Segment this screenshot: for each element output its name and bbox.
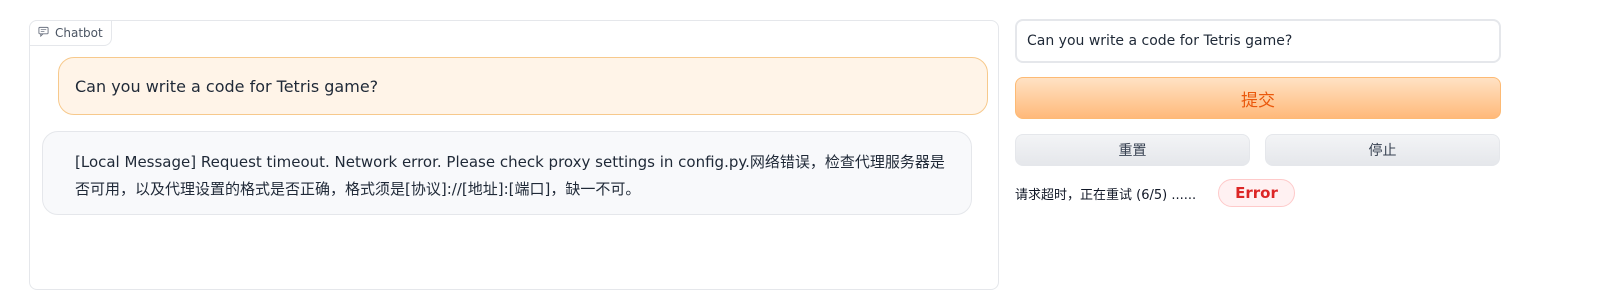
chatbot-label: Chatbot — [29, 20, 112, 46]
bot-message: [Local Message] Request timeout. Network… — [42, 131, 972, 215]
status-text: 请求超时，正在重试 (6/5) ...... — [1015, 187, 1197, 203]
reset-button[interactable]: 重置 — [1015, 134, 1250, 166]
status-row: 请求超时，正在重试 (6/5) ...... Error — [1015, 179, 1501, 207]
chatbot-panel: Chatbot Can you write a code for Tetris … — [29, 20, 999, 290]
action-button-row: 重置 停止 — [1015, 134, 1501, 166]
prompt-input[interactable]: Can you write a code for Tetris game? — [1015, 19, 1501, 63]
chat-icon — [38, 26, 49, 40]
prompt-input-value: Can you write a code for Tetris game? — [1027, 33, 1293, 49]
chatbot-label-text: Chatbot — [55, 26, 103, 40]
error-badge: Error — [1218, 179, 1295, 207]
user-message: Can you write a code for Tetris game? — [58, 57, 988, 115]
stop-button[interactable]: 停止 — [1265, 134, 1500, 166]
bot-message-text: [Local Message] Request timeout. Network… — [75, 153, 945, 198]
submit-button[interactable]: 提交 — [1015, 77, 1501, 119]
control-panel: Can you write a code for Tetris game? 提交… — [1015, 19, 1501, 207]
user-message-text: Can you write a code for Tetris game? — [75, 76, 379, 96]
